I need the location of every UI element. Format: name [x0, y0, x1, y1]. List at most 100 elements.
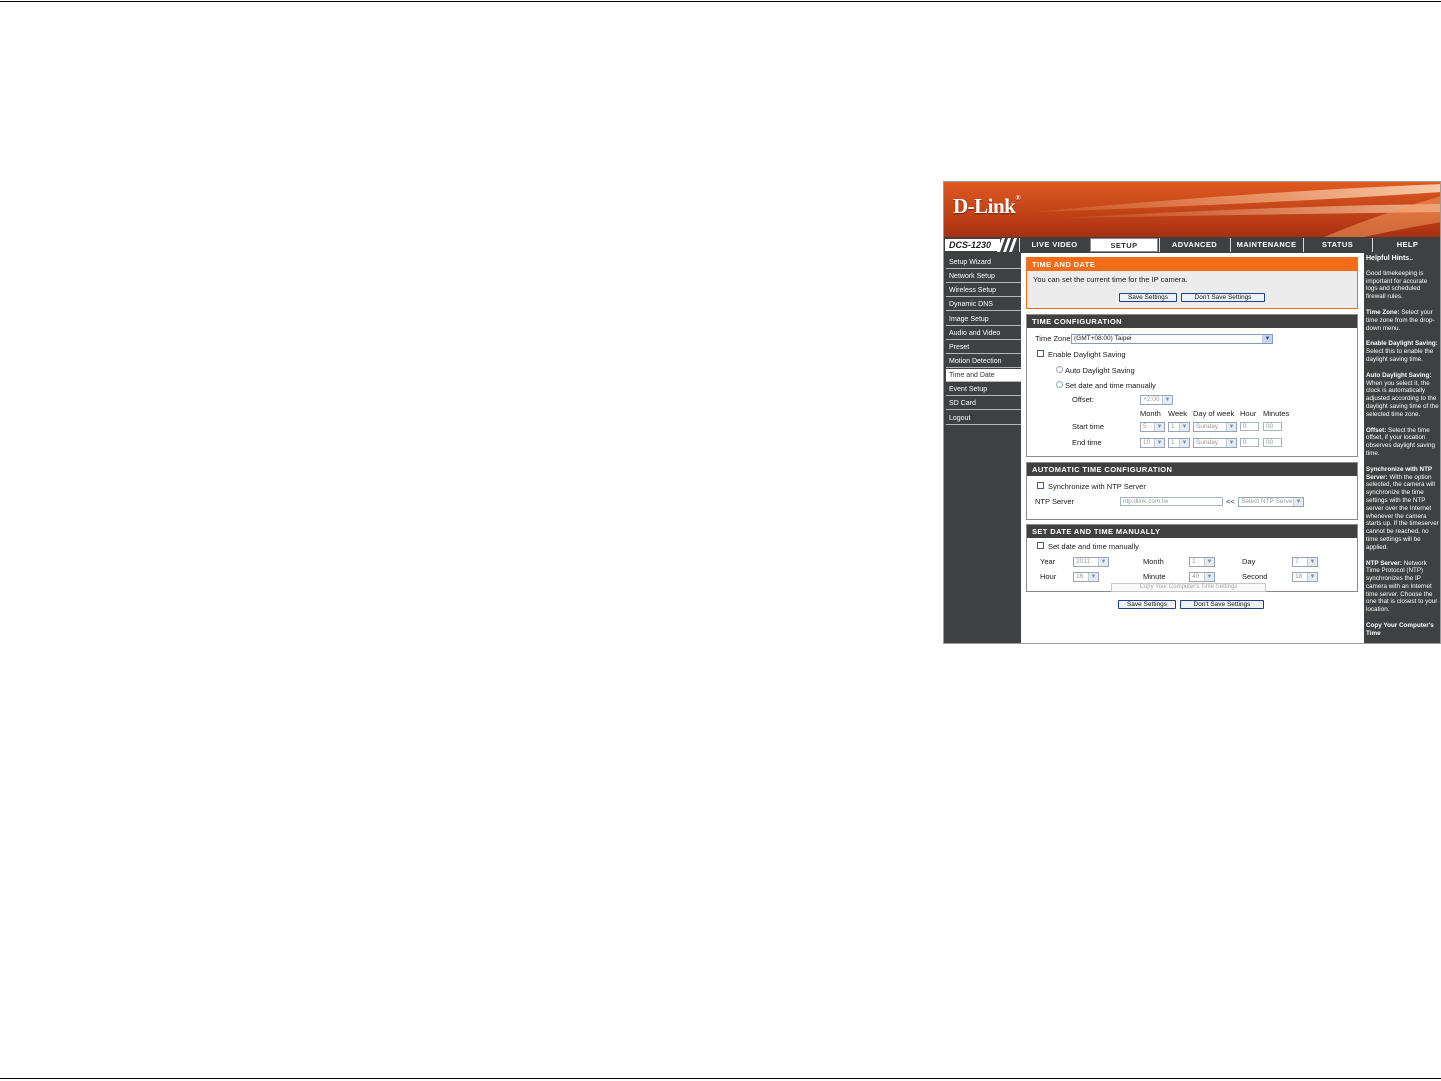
column-hour: Hour — [1240, 409, 1257, 418]
sidebar-item-event-setup[interactable]: Event Setup — [946, 383, 1021, 396]
set-manually-radio[interactable] — [1056, 381, 1063, 388]
second-label: Second — [1242, 572, 1268, 581]
enable-daylight-saving-checkbox[interactable] — [1037, 350, 1044, 357]
end-month-select[interactable]: 10 ▼ — [1140, 438, 1165, 448]
month-select[interactable]: 1 ▼ — [1189, 557, 1215, 567]
automatic-time-configuration-panel: AUTOMATIC TIME CONFIGURATION Synchronize… — [1026, 462, 1358, 520]
sidebar-item-wireless-setup[interactable]: Wireless Setup — [946, 284, 1021, 297]
bottom-rule — [0, 1078, 1441, 1079]
sidebar-item-setup-wizard[interactable]: Setup Wizard — [946, 256, 1021, 269]
panel-title: AUTOMATIC TIME CONFIGURATION — [1027, 463, 1357, 476]
save-settings-button[interactable]: Save Settings — [1119, 293, 1177, 302]
sidebar-item-audio-and-video[interactable]: Audio and Video — [946, 327, 1021, 340]
dont-save-settings-button[interactable]: Don't Save Settings — [1180, 600, 1264, 609]
column-minutes: Minutes — [1263, 409, 1290, 418]
day-label: Day — [1242, 557, 1256, 566]
end-week-select[interactable]: 1 ▼ — [1168, 438, 1190, 448]
select-ntp-server[interactable]: Select NTP Server ▼ — [1238, 497, 1304, 507]
auto-daylight-saving-label: Auto Daylight Saving — [1065, 366, 1135, 375]
sync-ntp-checkbox[interactable] — [1037, 482, 1044, 489]
time-zone-label: Time Zone — [1035, 334, 1071, 343]
start-month-select[interactable]: 5 ▼ — [1140, 422, 1165, 432]
time-and-date-panel: TIME AND DATE You can set the current ti… — [1026, 257, 1358, 309]
chevron-down-icon: ▼ — [1088, 573, 1098, 581]
hint-sync-ntp: Synchronize with NTP Server: With the op… — [1366, 465, 1439, 551]
hint-offset: Offset: Select the time offset, if your … — [1366, 426, 1435, 457]
start-hour-input[interactable]: 0 — [1240, 422, 1259, 431]
tab-live-video[interactable]: LIVE VIDEO — [1019, 238, 1089, 252]
end-hour-input[interactable]: 0 — [1240, 438, 1259, 447]
tab-setup[interactable]: SETUP — [1090, 238, 1158, 252]
chevron-down-icon: ▼ — [1204, 573, 1214, 581]
hint-enable-dst: Enable Daylight Saving: Select this to e… — [1366, 340, 1438, 363]
time-zone-select[interactable]: (GMT+08:00) Taipei ▼ — [1071, 334, 1273, 344]
top-rule — [0, 1, 1441, 2]
helpful-hints: Helpful Hints.. Good timekeeping is impo… — [1364, 253, 1440, 643]
offset-select[interactable]: +2:00 ▼ — [1140, 395, 1173, 405]
start-minutes-input[interactable]: 00 — [1263, 422, 1282, 431]
end-minutes-input[interactable]: 00 — [1263, 438, 1282, 447]
month-label: Month — [1143, 557, 1164, 566]
enable-daylight-saving-label: Enable Daylight Saving — [1048, 350, 1126, 359]
sidebar-item-sd-card[interactable]: SD Card — [946, 397, 1021, 410]
hints-header: Helpful Hints.. — [1366, 255, 1414, 262]
hint-auto-dst: Auto Daylight Saving: When you select it… — [1366, 371, 1439, 418]
sidebar-item-image-setup[interactable]: Image Setup — [946, 313, 1021, 326]
tab-help[interactable]: HELP — [1372, 238, 1440, 252]
set-date-time-manually-checkbox[interactable] — [1037, 542, 1044, 549]
chevron-down-icon: ▼ — [1179, 423, 1189, 431]
set-manually-label: Set date and time manually — [1065, 381, 1156, 390]
ntp-server-label: NTP Server — [1035, 497, 1075, 506]
chevron-down-icon: ▼ — [1179, 439, 1189, 447]
sidebar-item-dynamic-dns[interactable]: Dynamic DNS — [946, 298, 1021, 311]
chevron-down-icon: ▼ — [1098, 558, 1108, 566]
sync-ntp-label: Synchronize with NTP Server — [1048, 482, 1146, 491]
ntp-copy-arrow[interactable]: << — [1226, 497, 1235, 506]
chevron-down-icon: ▼ — [1226, 439, 1236, 447]
model-label: DCS-1230 — [945, 239, 1000, 251]
chevron-down-icon: ▼ — [1293, 498, 1303, 506]
hint-ntp-server: NTP Server: Network Time Protocol (NTP) … — [1366, 559, 1438, 614]
tab-advanced[interactable]: ADVANCED — [1159, 238, 1229, 252]
hour-select[interactable]: 16 ▼ — [1073, 572, 1099, 582]
camera-web-ui: D-Link® DCS-1230 LIVE VIDEO SETUP ADVANC… — [943, 181, 1441, 644]
chevron-down-icon: ▼ — [1307, 558, 1317, 566]
panel-description: You can set the current time for the IP … — [1033, 275, 1188, 284]
chevron-down-icon: ▼ — [1162, 396, 1172, 404]
chevron-down-icon: ▼ — [1154, 423, 1164, 431]
main-content: TIME AND DATE You can set the current ti… — [1021, 253, 1364, 643]
hint-time-zone: Time Zone: Select your time zone from th… — [1366, 308, 1435, 332]
tab-status[interactable]: STATUS — [1303, 238, 1371, 252]
hour-label: Hour — [1040, 572, 1057, 581]
panel-title: TIME CONFIGURATION — [1027, 315, 1357, 328]
year-select[interactable]: 2011 ▼ — [1073, 557, 1109, 567]
minute-label: Minute — [1143, 572, 1166, 581]
panel-title: TIME AND DATE — [1027, 258, 1357, 271]
top-nav: DCS-1230 LIVE VIDEO SETUP ADVANCED MAINT… — [944, 237, 1440, 253]
start-day-select[interactable]: Sunday ▼ — [1193, 422, 1237, 432]
ntp-server-input[interactable]: ntp.dlink.com.tw — [1120, 497, 1223, 506]
year-label: Year — [1040, 557, 1056, 566]
save-settings-button[interactable]: Save Settings — [1118, 600, 1176, 609]
sidebar-item-preset[interactable]: Preset — [946, 341, 1021, 354]
copy-computer-time-button[interactable]: Copy Your Computer's Time Settings — [1111, 583, 1266, 592]
second-select[interactable]: 18 ▼ — [1292, 572, 1318, 582]
sidebar-item-logout[interactable]: Logout — [946, 412, 1021, 425]
column-month: Month — [1140, 409, 1161, 418]
start-week-select[interactable]: 1 ▼ — [1168, 422, 1190, 432]
sidebar-item-time-and-date[interactable]: Time and Date — [946, 369, 1021, 382]
sidebar-item-network-setup[interactable]: Network Setup — [946, 270, 1021, 283]
time-configuration-panel: TIME CONFIGURATION Time Zone (GMT+08:00)… — [1026, 314, 1358, 457]
auto-daylight-saving-radio[interactable] — [1056, 366, 1063, 373]
minute-select[interactable]: 40 ▼ — [1189, 572, 1215, 582]
chevron-down-icon: ▼ — [1204, 558, 1214, 566]
panel-title: SET DATE AND TIME MANUALLY — [1027, 525, 1357, 538]
day-select[interactable]: 7 ▼ — [1292, 557, 1318, 567]
tab-maintenance[interactable]: MAINTENANCE — [1230, 238, 1302, 252]
chevron-down-icon: ▼ — [1307, 573, 1317, 581]
start-time-label: Start time — [1072, 422, 1105, 431]
end-day-select[interactable]: Sunday ▼ — [1193, 438, 1237, 448]
dont-save-settings-button[interactable]: Don't Save Settings — [1181, 293, 1265, 302]
column-week: Week — [1168, 409, 1188, 418]
sidebar-item-motion-detection[interactable]: Motion Detection — [946, 355, 1021, 368]
